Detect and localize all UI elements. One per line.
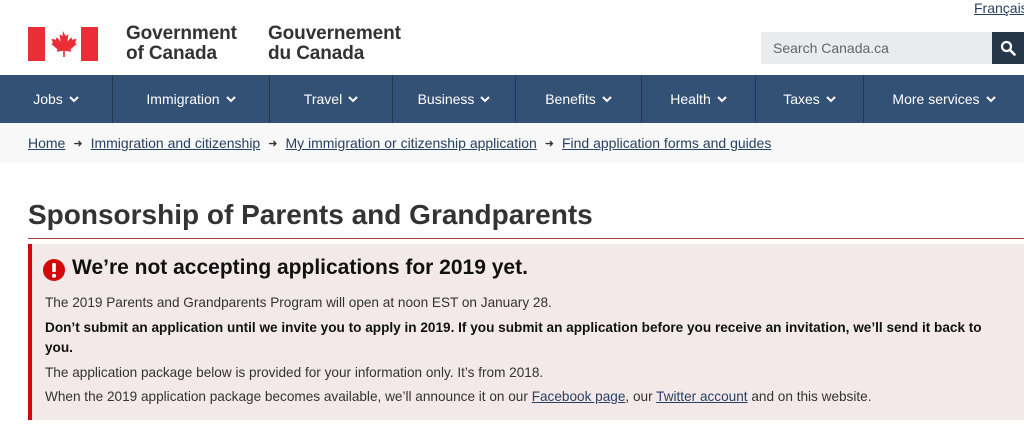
chevron-down-icon <box>69 95 79 102</box>
signature-en-line2: of Canada <box>126 43 217 64</box>
alert-bold-line-2: you. <box>45 340 73 355</box>
alert-paragraph-3: The application package below is provide… <box>45 365 544 380</box>
alert-text: , our <box>625 389 657 404</box>
alert-paragraph-2: Don’t submit an application until we inv… <box>45 318 982 358</box>
menu-item-business[interactable]: Business <box>393 75 516 123</box>
menu-item-immigration[interactable]: Immigration <box>113 75 270 123</box>
menu-item-more-services[interactable]: More services <box>864 75 1024 123</box>
menu-item-label: Business <box>417 91 475 107</box>
menu-item-label: Health <box>670 91 711 107</box>
chevron-down-icon <box>480 95 491 102</box>
breadcrumb-link-immigration[interactable]: Immigration and citizenship <box>91 135 261 151</box>
breadcrumb-link-home[interactable]: Home <box>28 135 65 151</box>
alert-paragraph-1: The 2019 Parents and Grandparents Progra… <box>45 295 552 310</box>
signature-fr-line1: Gouvernement <box>268 23 401 44</box>
menu-item-health[interactable]: Health <box>642 75 756 123</box>
menu-item-label: Benefits <box>545 91 596 107</box>
chevron-down-icon <box>602 95 612 102</box>
twitter-account-link[interactable]: Twitter account <box>656 389 747 404</box>
chevron-down-icon <box>225 95 236 102</box>
warning-alert: We’re not accepting applications for 201… <box>28 244 1024 420</box>
chevron-down-icon <box>985 95 996 102</box>
menu-item-label: More services <box>892 91 980 107</box>
arrow-right-icon: ➜ <box>268 137 278 150</box>
breadcrumb: Home ➜ Immigration and citizenship ➜ My … <box>0 123 1024 163</box>
chevron-down-icon <box>826 95 836 102</box>
menu-item-label: Jobs <box>33 91 63 107</box>
search-icon <box>1000 40 1016 56</box>
alert-paragraph-4: When the 2019 application package become… <box>45 387 872 407</box>
menu-item-label: Taxes <box>783 91 820 107</box>
alert-bold-line-1: Don’t submit an application until we inv… <box>45 320 982 335</box>
alert-text: and on this website. <box>747 389 872 404</box>
menu-item-benefits[interactable]: Benefits <box>516 75 642 123</box>
arrow-right-icon: ➜ <box>73 137 83 150</box>
breadcrumb-link-forms-guides[interactable]: Find application forms and guides <box>562 135 771 151</box>
alert-text: When the 2019 application package become… <box>45 389 532 404</box>
chevron-down-icon <box>717 95 727 102</box>
menu-item-travel[interactable]: Travel <box>270 75 393 123</box>
alert-title: We’re not accepting applications for 201… <box>72 256 528 279</box>
arrow-right-icon: ➜ <box>544 137 554 150</box>
canada-flag-logo <box>28 27 98 61</box>
search-button[interactable] <box>992 32 1024 64</box>
breadcrumb-link-my-application[interactable]: My immigration or citizenship applicatio… <box>285 135 536 151</box>
exclamation-circle-icon <box>43 259 65 281</box>
signature-fr-line2: du Canada <box>268 43 365 64</box>
language-toggle-link[interactable]: Français <box>974 0 1024 16</box>
menu-item-label: Travel <box>303 91 343 107</box>
menu-item-taxes[interactable]: Taxes <box>756 75 864 123</box>
title-divider <box>28 238 1024 239</box>
main-menu: Jobs Immigration Travel Business Benefit… <box>0 75 1024 123</box>
signature-en-line1: Government <box>126 23 237 44</box>
chevron-down-icon <box>348 95 358 102</box>
page-title: Sponsorship of Parents and Grandparents <box>28 199 593 230</box>
search-input[interactable]: Search Canada.ca <box>761 32 992 64</box>
menu-item-jobs[interactable]: Jobs <box>0 75 113 123</box>
menu-item-label: Immigration <box>146 91 220 107</box>
facebook-page-link[interactable]: Facebook page <box>532 389 626 404</box>
